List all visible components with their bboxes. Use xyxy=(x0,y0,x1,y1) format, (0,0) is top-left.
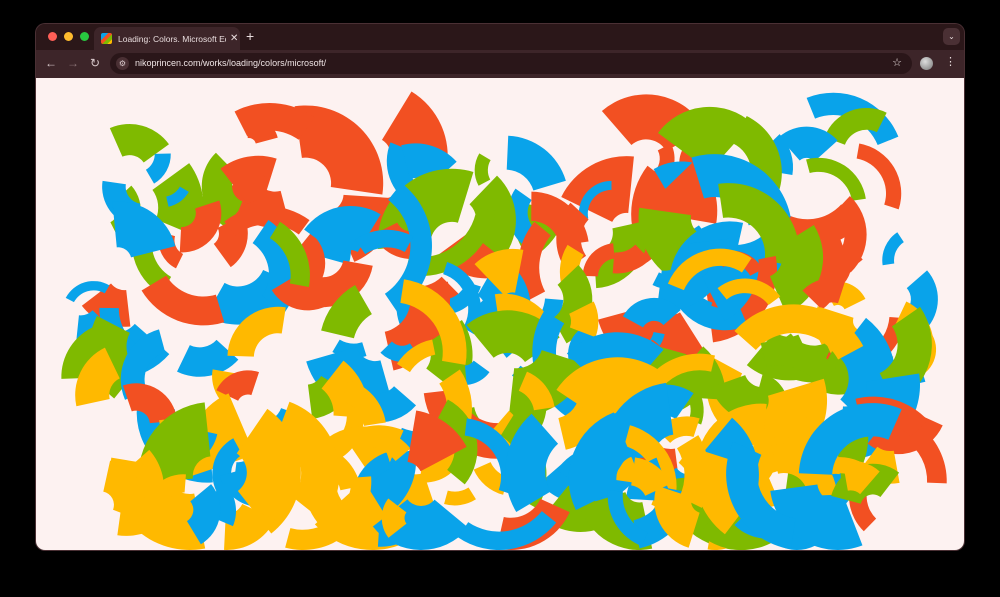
tab-bar: Loading: Colors. Microsoft Edition ✕ + ⌄ xyxy=(36,24,964,50)
address-bar[interactable]: ⚙ nikoprincen.com/works/loading/colors/m… xyxy=(110,53,912,74)
tab-title: Loading: Colors. Microsoft Edition xyxy=(118,33,226,44)
forward-button[interactable]: → xyxy=(67,56,79,70)
tab-close-icon[interactable]: ✕ xyxy=(230,33,238,44)
reload-button[interactable]: ↻ xyxy=(90,56,100,70)
arc-shape xyxy=(882,232,904,266)
back-button[interactable]: ← xyxy=(45,56,57,70)
page-content xyxy=(36,78,964,550)
window-controls xyxy=(48,32,89,41)
arc-shape xyxy=(141,275,225,326)
arc-shape xyxy=(806,157,866,201)
favicon-icon xyxy=(101,33,112,44)
close-window-button[interactable] xyxy=(48,32,57,41)
arc-artwork xyxy=(61,91,947,550)
toolbar: ← → ↻ ⚙ nikoprincen.com/works/loading/co… xyxy=(36,50,964,78)
tab-active[interactable]: Loading: Colors. Microsoft Edition ✕ xyxy=(94,27,240,50)
profile-avatar[interactable] xyxy=(920,57,933,70)
tab-search-button[interactable]: ⌄ xyxy=(943,28,960,45)
arc-shape xyxy=(444,487,476,506)
arc-shape xyxy=(506,135,566,191)
arc-shape xyxy=(856,143,902,210)
site-info-icon[interactable]: ⚙ xyxy=(116,57,129,70)
browser-menu-icon[interactable]: ⋮ xyxy=(945,55,956,68)
bookmark-star-icon[interactable]: ☆ xyxy=(892,56,902,69)
browser-window: Loading: Colors. Microsoft Edition ✕ + ⌄… xyxy=(36,24,964,550)
new-tab-button[interactable]: + xyxy=(246,28,254,44)
minimize-window-button[interactable] xyxy=(64,32,73,41)
maximize-window-button[interactable] xyxy=(80,32,89,41)
arc-shape xyxy=(474,153,491,186)
url-text[interactable]: nikoprincen.com/works/loading/colors/mic… xyxy=(135,58,326,68)
